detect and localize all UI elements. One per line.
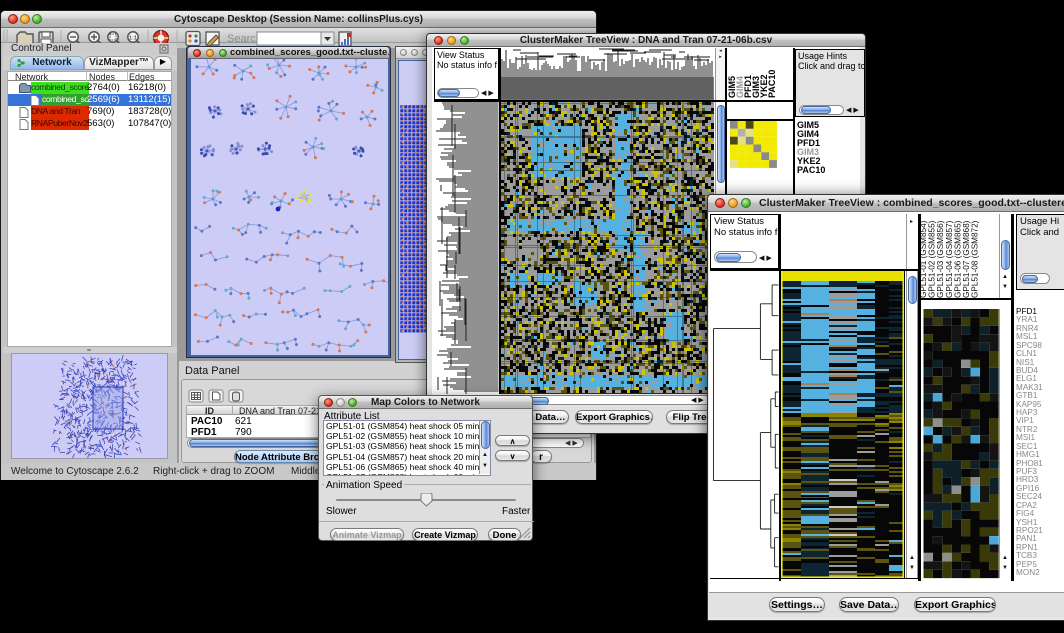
svg-text:GPL51-08 (GSM872): GPL51-08 (GSM872) — [971, 220, 980, 298]
svg-text:1:1: 1:1 — [129, 36, 137, 42]
svg-text:PAC10: PAC10 — [767, 70, 777, 98]
